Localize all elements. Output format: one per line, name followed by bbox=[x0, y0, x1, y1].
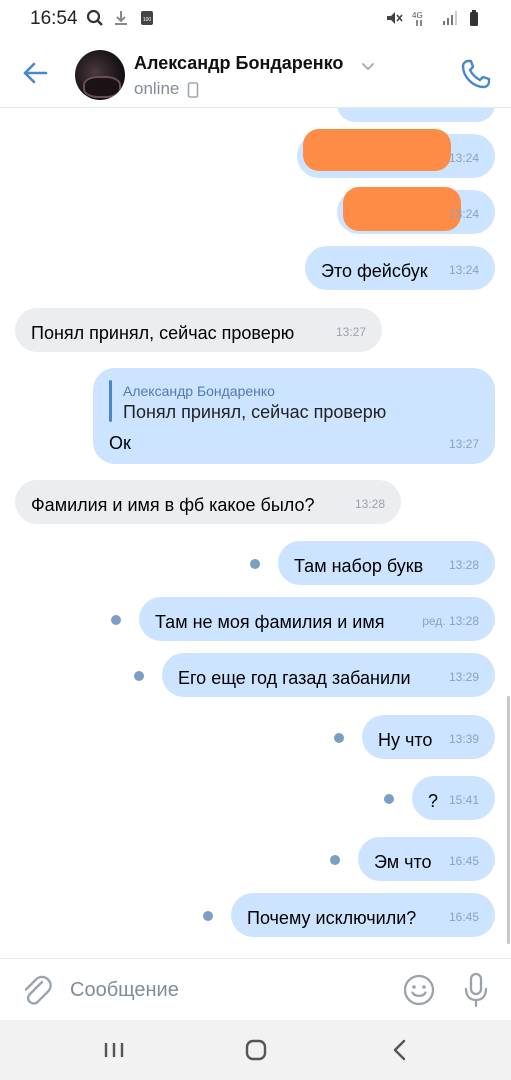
message-text: ? bbox=[428, 791, 439, 811]
redaction-overlay bbox=[303, 129, 451, 171]
message-bubble-partial[interactable] bbox=[337, 108, 495, 122]
message-list[interactable]: 13:24 13:24 Это фейсбук 13:24 Понял прин… bbox=[0, 108, 511, 958]
message-composer bbox=[0, 958, 511, 1020]
message-bubble-outgoing[interactable]: 13:24 bbox=[297, 129, 495, 178]
status-time: 16:54 bbox=[30, 8, 78, 29]
contact-name[interactable]: Александр Бондаренко bbox=[134, 53, 343, 74]
reply-text[interactable]: Понял принял, сейчас проверю bbox=[123, 401, 386, 423]
message-bubble-incoming[interactable]: Фамилия и имя в фб какое было? 13:28 bbox=[15, 480, 401, 524]
message-bubble-outgoing[interactable]: Ну что 13:39 bbox=[362, 715, 495, 759]
unread-indicator bbox=[203, 911, 213, 921]
mobile-device-icon bbox=[187, 82, 199, 98]
message-bubble-outgoing[interactable]: Там не моя фамилия и имя ред. 13:28 bbox=[139, 597, 495, 641]
message-text: Фамилия и имя в фб какое было? bbox=[31, 495, 315, 515]
message-text: Эм что bbox=[374, 852, 432, 872]
message-time: 13:28 bbox=[448, 558, 479, 572]
unread-indicator bbox=[250, 559, 260, 569]
unread-indicator bbox=[384, 794, 394, 804]
unread-indicator bbox=[334, 733, 344, 743]
message-bubble-outgoing[interactable]: Там набор букв 13:28 bbox=[278, 541, 495, 585]
message-time: 13:28 bbox=[354, 497, 385, 511]
message-text: Там не моя фамилия и имя bbox=[155, 612, 385, 632]
svg-text:100: 100 bbox=[143, 17, 152, 23]
message-time: 13:39 bbox=[448, 732, 479, 746]
message-time: 16:45 bbox=[448, 854, 479, 868]
message-time: 15:41 bbox=[448, 793, 479, 807]
reply-quote-bar bbox=[109, 380, 112, 422]
message-input[interactable] bbox=[70, 973, 390, 1007]
message-bubble-outgoing[interactable]: Это фейсбук 13:24 bbox=[305, 246, 495, 290]
message-time: 13:24 bbox=[448, 151, 479, 165]
phone-icon[interactable] bbox=[458, 56, 494, 92]
network-label: 4G bbox=[412, 11, 423, 20]
unread-indicator bbox=[134, 671, 144, 681]
message-time: 13:29 bbox=[448, 670, 479, 684]
chevron-down-icon[interactable] bbox=[360, 58, 376, 74]
recent-apps-icon[interactable] bbox=[94, 1035, 134, 1065]
message-text: Ок bbox=[109, 433, 131, 453]
contact-status: online bbox=[134, 79, 180, 98]
message-bubble-outgoing[interactable]: Его еще год газад забанили 13:29 bbox=[162, 653, 495, 697]
unread-indicator bbox=[111, 615, 121, 625]
status-bar: 16:54 100 4G bbox=[0, 0, 511, 38]
attach-icon[interactable] bbox=[20, 973, 52, 1007]
search-icon bbox=[86, 9, 103, 26]
message-time: ред. 13:28 bbox=[422, 614, 479, 628]
message-bubble-outgoing[interactable]: 13:24 bbox=[337, 187, 495, 234]
mute-icon bbox=[387, 12, 403, 24]
message-text: Там набор букв bbox=[294, 556, 424, 576]
message-time: 13:24 bbox=[448, 207, 479, 221]
battery-icon bbox=[470, 10, 478, 26]
chat-header: Александр Бондаренко online bbox=[0, 38, 511, 108]
message-bubble-outgoing[interactable]: Эм что 16:45 bbox=[358, 837, 495, 881]
scrollbar[interactable] bbox=[507, 696, 510, 944]
message-text: Понял принял, сейчас проверю bbox=[31, 323, 295, 343]
download-icon bbox=[115, 11, 127, 25]
message-text: Ну что bbox=[378, 730, 433, 750]
system-nav-bar bbox=[0, 1020, 511, 1080]
microphone-icon[interactable] bbox=[460, 971, 492, 1009]
avatar[interactable] bbox=[75, 50, 125, 100]
message-text: Его еще год газад забанили bbox=[178, 668, 411, 688]
message-time: 13:27 bbox=[448, 437, 479, 451]
message-time: 13:24 bbox=[448, 263, 479, 277]
home-icon[interactable] bbox=[236, 1035, 276, 1065]
message-bubble-outgoing[interactable]: Почему исключили? 16:45 bbox=[231, 893, 495, 937]
nav-back-icon[interactable] bbox=[380, 1035, 420, 1065]
emoji-icon[interactable] bbox=[402, 973, 436, 1007]
unread-indicator bbox=[330, 855, 340, 865]
message-time: 16:45 bbox=[448, 910, 479, 924]
message-bubble-incoming[interactable]: Понял принял, сейчас проверю 13:27 bbox=[15, 308, 382, 352]
message-text: Это фейсбук bbox=[321, 261, 428, 281]
battery-saver-icon: 100 bbox=[141, 11, 153, 25]
message-bubble-outgoing[interactable]: ? 15:41 bbox=[412, 776, 495, 820]
signal-icon bbox=[443, 11, 457, 25]
message-time: 13:27 bbox=[335, 325, 366, 339]
reply-author[interactable]: Александр Бондаренко bbox=[123, 380, 275, 402]
message-text: Почему исключили? bbox=[247, 908, 417, 928]
message-bubble-outgoing-reply[interactable]: Александр Бондаренко Понял принял, сейча… bbox=[93, 368, 495, 464]
redaction-overlay bbox=[343, 187, 461, 231]
network-4g-icon: 4G bbox=[412, 11, 423, 26]
back-arrow-icon[interactable] bbox=[20, 58, 50, 88]
